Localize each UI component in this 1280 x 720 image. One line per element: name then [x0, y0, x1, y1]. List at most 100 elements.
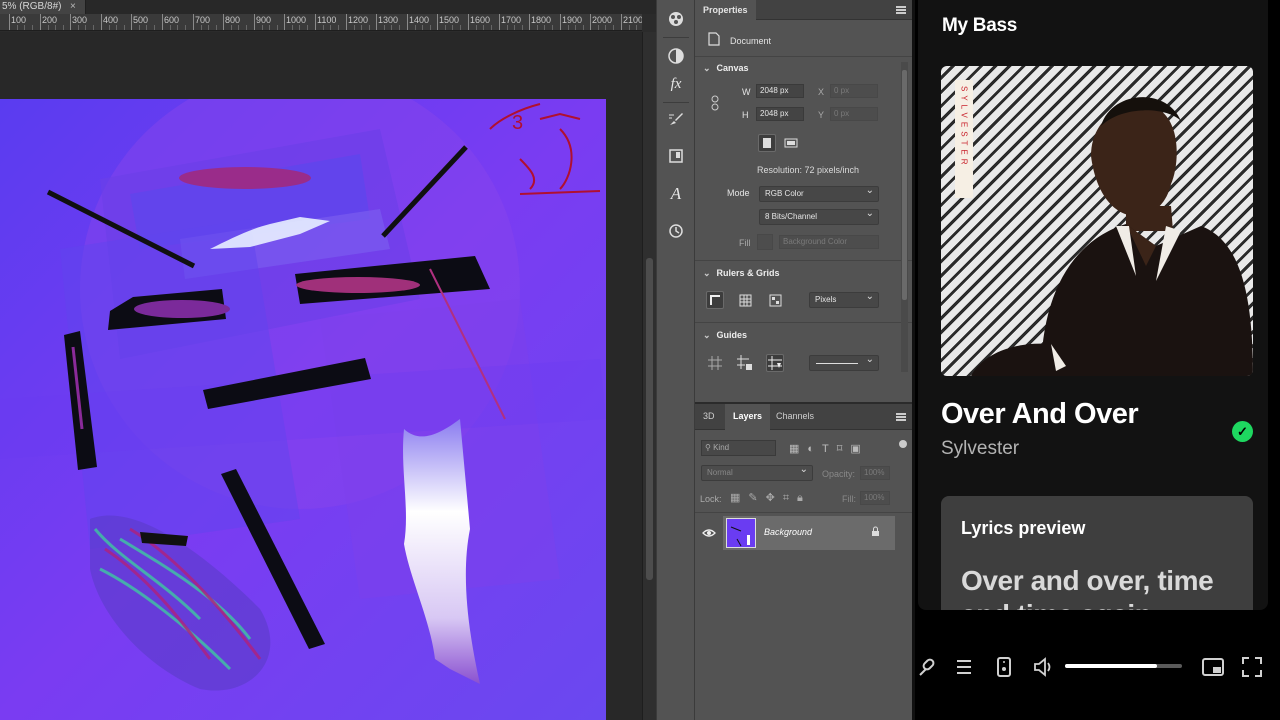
guide-new-layout-icon[interactable] — [766, 354, 784, 372]
volume-slider[interactable] — [1065, 664, 1182, 668]
character-icon[interactable]: A — [665, 183, 687, 205]
album-cover[interactable]: SYLVESTER — [941, 66, 1253, 376]
ruler-tick — [315, 14, 316, 30]
rulers-grids-section-header[interactable]: ⌄ Rulers & Grids — [703, 268, 780, 279]
ruler-units-select[interactable]: Pixels — [809, 290, 879, 308]
ruler-label: 1500 — [439, 15, 460, 25]
canvas-section-header[interactable]: ⌄ Canvas — [703, 63, 749, 74]
ruler-minor-tick — [568, 25, 569, 30]
ruler-icon[interactable] — [706, 291, 724, 309]
library-icon[interactable] — [665, 145, 687, 167]
ruler-minor-tick — [299, 25, 300, 30]
layer-row-background[interactable]: Background — [723, 516, 895, 550]
adjustments-icon[interactable] — [665, 45, 687, 67]
height-label: H — [742, 110, 749, 120]
ruler-label: 800 — [225, 15, 241, 25]
volume-icon[interactable] — [1031, 654, 1057, 680]
properties-scrollbar[interactable] — [901, 62, 908, 372]
ruler-minor-tick — [78, 25, 79, 30]
grid-icon[interactable] — [736, 291, 754, 309]
ruler-minor-tick — [544, 25, 545, 30]
layer-filter-icons[interactable]: ▦◐T⌑▣ — [789, 442, 869, 455]
color-icon[interactable] — [665, 8, 687, 30]
artwork-graphic: 3 — [0, 99, 606, 720]
ruler-tick — [621, 14, 622, 30]
horizontal-ruler: 100 200 300 400 500 600 700 800 900 1000 1100 1200 1… — [0, 14, 642, 31]
ruler-minor-tick — [575, 25, 576, 30]
fill-color-swatch[interactable] — [757, 234, 773, 250]
guide-lock-icon[interactable] — [736, 354, 754, 372]
lyrics-preview-card[interactable]: Lyrics preview Over and over, time and t… — [941, 496, 1253, 610]
saved-check-icon[interactable]: ✓ — [1232, 421, 1253, 442]
document-tab[interactable]: 5% (RGB/8#) × — [0, 0, 86, 14]
properties-panel: Properties Document ⌄ Canvas W 2048 px X … — [695, 0, 912, 402]
fx-icon[interactable]: fx — [665, 73, 687, 95]
fullscreen-icon[interactable] — [1239, 654, 1265, 680]
blend-mode-select[interactable]: Normal — [701, 463, 813, 481]
miniplayer-icon[interactable] — [1200, 654, 1226, 680]
link-icon[interactable] — [706, 94, 724, 112]
tab-3d[interactable]: 3D — [703, 411, 715, 421]
playlist-title[interactable]: My Bass — [942, 15, 1017, 37]
guide-line-style-select[interactable] — [809, 353, 879, 371]
ruler-minor-tick — [422, 25, 423, 30]
width-field[interactable]: 2048 px — [756, 84, 804, 98]
microphone-icon[interactable] — [913, 654, 939, 680]
layer-name[interactable]: Background — [764, 527, 812, 537]
y-field[interactable]: 0 px — [830, 107, 878, 121]
artist-name[interactable]: Sylvester — [941, 438, 1019, 460]
ruler-label: 1200 — [348, 15, 369, 25]
ruler-minor-tick — [537, 25, 538, 30]
layer-filter-kind[interactable]: ⚲ Kind — [701, 440, 776, 456]
panel-menu-icon[interactable] — [896, 6, 906, 14]
ruler-minor-tick — [17, 25, 18, 30]
portrait-icon[interactable] — [758, 134, 776, 152]
height-field[interactable]: 2048 px — [756, 107, 804, 121]
ruler-label: 1600 — [470, 15, 491, 25]
close-icon[interactable]: × — [70, 0, 76, 13]
ruler-minor-tick — [552, 25, 553, 30]
ruler-minor-tick — [93, 25, 94, 30]
opacity-label: Opacity: — [822, 469, 856, 479]
tab-properties[interactable]: Properties — [695, 0, 756, 20]
x-field[interactable]: 0 px — [830, 84, 878, 98]
brush-icon[interactable] — [665, 108, 687, 130]
ruler-minor-tick — [354, 25, 355, 30]
ruler-minor-tick — [605, 25, 606, 30]
filter-toggle-icon[interactable] — [899, 440, 907, 448]
ruler-tick — [346, 14, 347, 30]
connect-device-icon[interactable] — [991, 654, 1017, 680]
pixel-grid-icon[interactable] — [766, 291, 784, 309]
ruler-tick — [499, 14, 500, 30]
ruler-label: 900 — [256, 15, 272, 25]
queue-icon[interactable] — [951, 654, 977, 680]
fill-field[interactable]: 100% — [860, 491, 890, 505]
tab-layers[interactable]: Layers — [725, 404, 771, 430]
canvas-vertical-scrollbar[interactable] — [642, 32, 656, 720]
ruler-tick — [376, 14, 377, 30]
opacity-field[interactable]: 100% — [860, 466, 890, 480]
ruler-minor-tick — [154, 25, 155, 30]
eye-icon[interactable] — [700, 524, 718, 542]
lock-options-icons[interactable]: ▦✎✥⌗🔒︎ — [730, 491, 811, 505]
ruler-minor-tick — [369, 25, 370, 30]
panel-menu-icon[interactable] — [896, 413, 906, 421]
scrollbar-thumb[interactable] — [646, 258, 653, 580]
ruler-tick — [529, 14, 530, 30]
track-title[interactable]: Over And Over — [941, 398, 1139, 431]
guide-icon[interactable] — [706, 354, 724, 372]
mode-select[interactable]: RGB Color — [759, 184, 879, 202]
guides-section-header[interactable]: ⌄ Guides — [703, 330, 747, 341]
history-icon[interactable] — [665, 220, 687, 242]
tab-channels[interactable]: Channels — [776, 411, 814, 421]
canvas-artwork[interactable]: 3 — [0, 99, 606, 720]
screen: 5% (RGB/8#) × 100 200 300 400 500 600 700 800 90… — [0, 0, 1280, 720]
ruler-minor-tick — [124, 25, 125, 30]
ruler-minor-tick — [598, 25, 599, 30]
landscape-icon[interactable] — [782, 134, 800, 152]
fill-select[interactable]: Background Color — [779, 235, 879, 249]
ruler-minor-tick — [85, 25, 86, 30]
bit-depth-select[interactable]: 8 Bits/Channel — [759, 207, 879, 225]
ruler-minor-tick — [201, 25, 202, 30]
lyrics-preview-title: Lyrics preview — [961, 518, 1086, 538]
